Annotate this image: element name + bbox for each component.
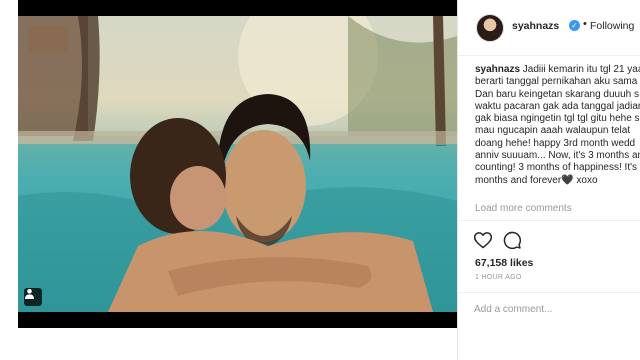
verified-badge-icon: ✓ [569,20,580,31]
post-photo-panel [18,0,457,328]
caption-line: anniv suuuam... Now, it's 3 months an [475,150,640,162]
caption-text: gak biasa ngingetin tgl tgl gitu hehe sk [475,113,640,125]
caption-line: mau ngucapin aaah walaupun telat [475,125,640,137]
caption-text: months and forever🖤 xoxo [475,174,598,186]
load-more-comments-link[interactable]: Load more comments [475,203,572,214]
header-separator: • [583,18,587,30]
caption-text: mau ngucapin aaah walaupun telat [475,125,631,137]
caption-text: Jadiii kemarin itu tgl 21 yaa [520,64,640,75]
author-avatar[interactable] [476,14,504,42]
user-tag-button[interactable] [24,288,42,306]
caption-line: waktu pacaran gak ada tanggal jadian [475,101,640,113]
post-timestamp[interactable]: 1 HOUR AGO [475,274,522,281]
caption-text: berarti tanggal pernikahan aku sama [475,76,638,88]
author-username[interactable]: syahnazs [512,20,559,32]
caption-text: waktu pacaran gak ada tanggal jadian [475,100,640,112]
caption-text: counting! 3 months of happiness! It's [475,162,638,174]
caption-line: syahnazs Jadiii kemarin itu tgl 21 yaa [475,64,640,76]
comment-icon[interactable] [502,230,522,250]
post-header: syahnazs ✓ • Following [458,0,640,56]
post-caption: syahnazs Jadiii kemarin itu tgl 21 yaa b… [475,64,640,187]
user-tag-icon [25,289,34,299]
add-comment-input[interactable] [474,300,634,318]
caption-line: counting! 3 months of happiness! It's [475,162,640,174]
photo-scene [18,16,457,312]
post-sidebar: syahnazs ✓ • Following syahnazs Jadiii k… [457,0,640,360]
likes-count[interactable]: 67,158 likes [475,257,533,269]
following-button[interactable]: Following [590,20,634,32]
heart-icon[interactable] [473,230,493,250]
caption-text: Dan baru keingetan skarang duuuh s [475,88,640,100]
post-photo[interactable] [18,16,457,312]
caption-line: doang hehe! happy 3rd month wedd [475,138,640,150]
caption-line: gak biasa ngingetin tgl tgl gitu hehe sk [475,113,640,125]
comment-box [458,292,640,324]
caption-line: Dan baru keingetan skarang duuuh s [475,89,640,101]
caption-username[interactable]: syahnazs [475,64,520,75]
caption-line: months and forever🖤 xoxo [475,175,640,187]
caption-line: berarti tanggal pernikahan aku sama [475,76,640,88]
caption-text: doang hehe! happy 3rd month wedd [475,137,636,149]
caption-text: anniv suuuam... Now, it's 3 months an [475,150,640,162]
